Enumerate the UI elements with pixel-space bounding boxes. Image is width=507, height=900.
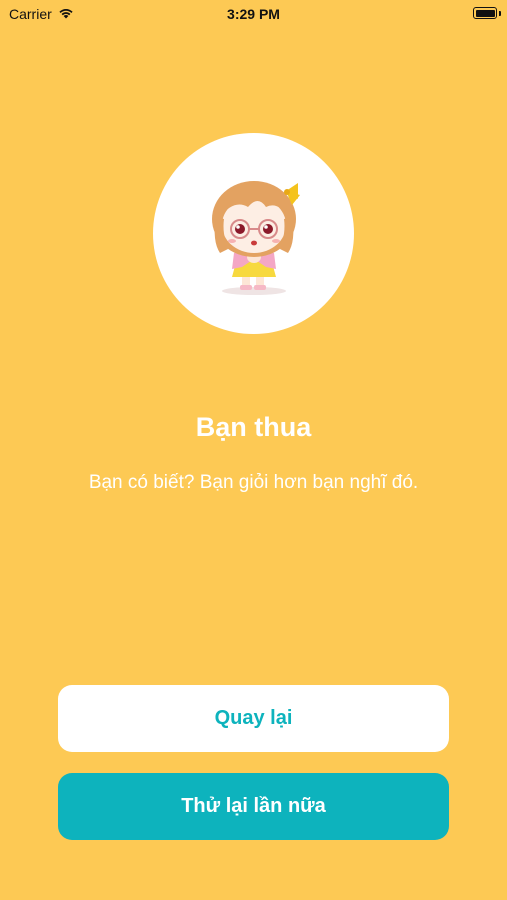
- result-subtitle: Bạn có biết? Bạn giỏi hơn bạn nghĩ đó.: [88, 472, 419, 493]
- status-bar: Carrier 3:29 PM: [0, 0, 507, 30]
- status-time: 3:29 PM: [227, 6, 280, 22]
- battery-level: [475, 9, 495, 17]
- game-over-screen: Carrier 3:29 PM Bạn thua Bạn có biết? Bạ…: [0, 0, 507, 900]
- result-title: Bạn thua: [195, 412, 312, 442]
- retry-button[interactable]: Thử lại lần nữa: [58, 773, 449, 840]
- back-button[interactable]: Quay lại: [58, 685, 449, 752]
- avatar-circle: [153, 133, 354, 334]
- battery-cap: [499, 11, 501, 16]
- chibi-girl-praying-illustration: [211, 180, 300, 295]
- battery-icon: [473, 7, 497, 19]
